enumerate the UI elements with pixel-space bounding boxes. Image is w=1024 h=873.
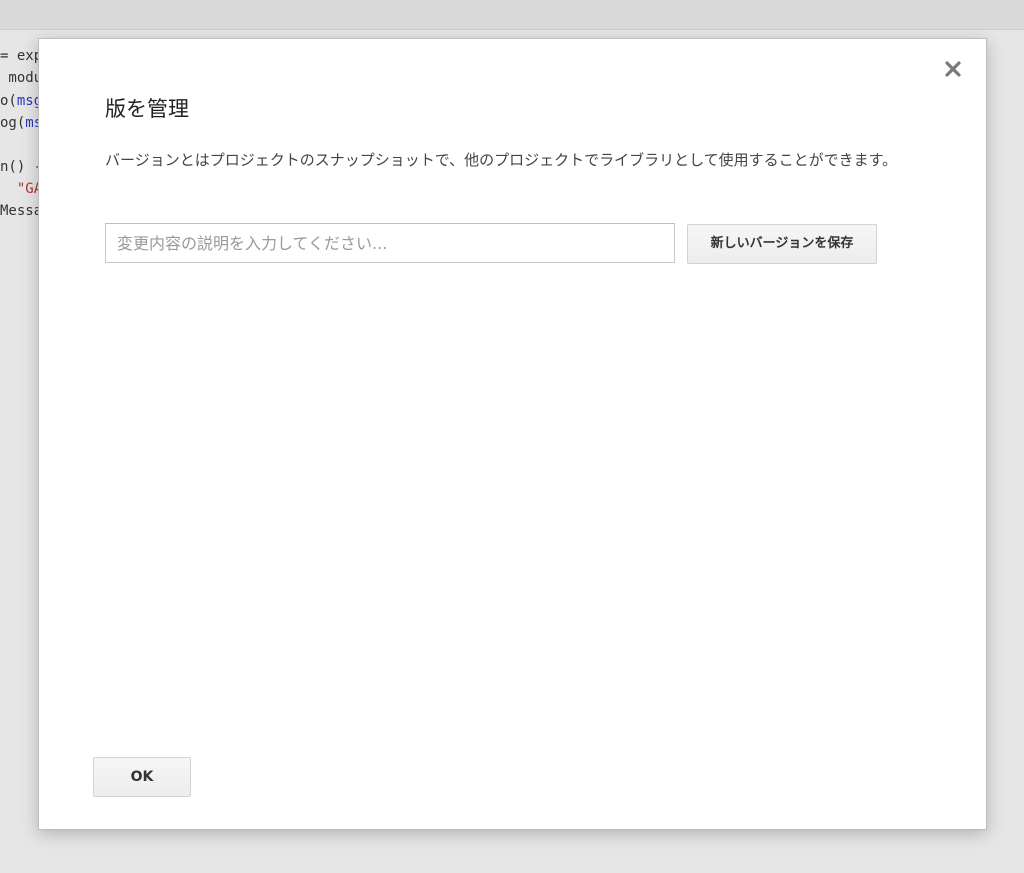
code-token: modu [0,70,43,86]
ok-button[interactable]: OK [93,757,191,797]
code-line: n() - [0,156,42,178]
dialog-title: 版を管理 [105,97,189,121]
version-description-input[interactable] [105,223,675,263]
code-token: og( [0,115,26,131]
code-token: = exp [0,48,43,64]
code-line: = exp [0,45,42,67]
code-token: n() [0,159,34,175]
save-new-version-button[interactable]: 新しいバージョンを保存 [687,224,877,264]
dialog-description: バージョンとはプロジェクトのスナップショットで、他のプロジェクトでライブラリとし… [105,151,898,169]
top-toolbar [0,0,1024,30]
code-line: "GA [0,178,42,200]
code-token: Messa [0,203,43,219]
code-line: modu [0,67,42,89]
code-token: o( [0,93,17,109]
code-line: o(msg [0,90,42,112]
close-icon[interactable] [941,57,965,81]
code-line: og(ms [0,112,42,134]
code-line: Messa [0,200,42,222]
manage-versions-dialog: 版を管理 バージョンとはプロジェクトのスナップショットで、他のプロジェクトでライ… [38,38,987,830]
